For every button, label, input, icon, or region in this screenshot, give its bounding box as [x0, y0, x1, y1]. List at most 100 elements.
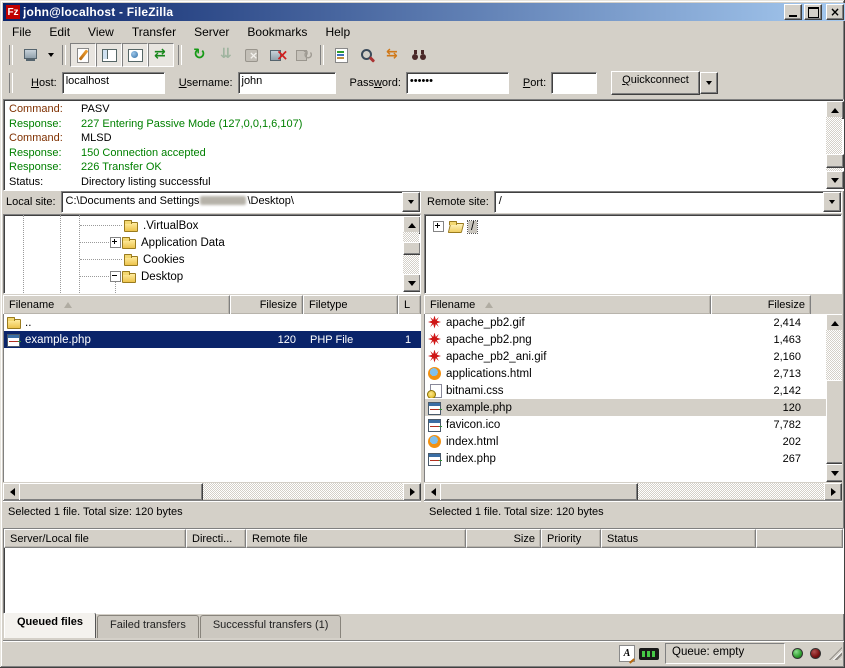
site-manager-button[interactable]	[17, 43, 43, 67]
scrollbar-thumb[interactable]	[826, 380, 842, 464]
scroll-right-button[interactable]	[403, 483, 421, 501]
local-column-filesize[interactable]: Filesize	[230, 295, 303, 315]
cancel-button[interactable]	[238, 43, 264, 67]
menu-bookmarks[interactable]: Bookmarks	[238, 23, 316, 41]
message-log-toggle-button[interactable]	[70, 43, 96, 67]
expand-icon[interactable]	[110, 237, 121, 248]
local-site-label: Local site:	[6, 196, 56, 208]
process-queue-button[interactable]	[212, 43, 238, 67]
tree-item-blank[interactable]: /	[425, 218, 477, 235]
speed-limits-icon[interactable]	[639, 648, 659, 660]
find-files-button[interactable]	[406, 43, 432, 67]
remote-column-filesize[interactable]: Filesize	[711, 295, 811, 315]
local-column-l[interactable]: L	[398, 295, 421, 315]
file-row-apache-pb2-png[interactable]: apache_pb2.png1,463	[425, 331, 826, 348]
directory-comparison-button[interactable]	[354, 43, 380, 67]
menu-edit[interactable]: Edit	[40, 23, 79, 41]
collapse-icon[interactable]	[110, 271, 121, 282]
username-input[interactable]: john	[238, 72, 336, 94]
scrollbar-thumb[interactable]	[826, 154, 844, 168]
file-row-apache-pb2-ani-gif[interactable]: apache_pb2_ani.gif2,160	[425, 348, 826, 365]
tree-item-application-data[interactable]: Application Data	[4, 234, 225, 251]
expand-icon[interactable]	[433, 221, 444, 232]
maximize-button[interactable]	[804, 4, 822, 20]
file-row-blank[interactable]: ..	[4, 314, 421, 331]
remote-list-scrollbar[interactable]	[826, 314, 842, 482]
site-manager-dropdown-button[interactable]	[43, 43, 58, 67]
disconnect-button[interactable]	[264, 43, 290, 67]
file-row-example-php[interactable]: example.php120PHP File1	[4, 331, 421, 348]
queue-column-end[interactable]	[756, 529, 843, 548]
reconnect-button[interactable]	[290, 43, 316, 67]
scroll-down-button[interactable]	[403, 274, 421, 292]
column-label: Filename	[9, 299, 54, 311]
queue-toggle-button[interactable]	[148, 43, 174, 67]
scroll-down-button[interactable]	[826, 171, 844, 189]
menu-server[interactable]: Server	[185, 23, 238, 41]
queue-column-remote-file[interactable]: Remote file	[246, 529, 466, 548]
tree-item-desktop[interactable]: Desktop	[4, 268, 183, 285]
tree-item-virtualbox[interactable]: .VirtualBox	[4, 217, 198, 234]
scrollbar-thumb[interactable]	[403, 242, 421, 255]
host-input[interactable]: localhost	[62, 72, 165, 94]
column-label: Server/Local file	[10, 533, 89, 545]
file-row-applications-html[interactable]: applications.html2,713	[425, 365, 826, 382]
remote-site-combobox[interactable]: /	[494, 191, 842, 213]
remote-tree-toggle-button[interactable]	[122, 43, 148, 67]
file-row-example-php[interactable]: example.php120	[425, 399, 826, 416]
remote-horizontal-scrollbar[interactable]	[424, 483, 842, 499]
scroll-right-button[interactable]	[824, 483, 842, 501]
filename-text: bitnami.css	[446, 385, 504, 397]
filename-text: index.html	[446, 436, 498, 448]
resize-grip[interactable]	[829, 647, 842, 660]
file-row-bitnami-css[interactable]: bitnami.css2,142	[425, 382, 826, 399]
local-column-filename[interactable]: Filename	[3, 295, 230, 315]
port-input[interactable]	[551, 72, 597, 94]
file-row-apache-pb2-gif[interactable]: apache_pb2.gif2,414	[425, 314, 826, 331]
menu-help[interactable]: Help	[316, 23, 359, 41]
menu-transfer[interactable]: Transfer	[123, 23, 185, 41]
synchronized-browsing-button[interactable]	[380, 43, 406, 67]
tab-failed-transfers[interactable]: Failed transfers	[97, 615, 199, 638]
message-log-scrollbar[interactable]	[826, 101, 842, 189]
queue-column-size[interactable]: Size	[466, 529, 541, 548]
file-row-index-php[interactable]: index.php267	[425, 450, 826, 467]
queue-column-status[interactable]: Status	[601, 529, 756, 548]
tree-item-cookies[interactable]: Cookies	[4, 251, 185, 268]
reconnect-icon	[294, 46, 312, 64]
queue-column-priority[interactable]: Priority	[541, 529, 601, 548]
open-folder-icon	[448, 220, 464, 234]
arrow-down-icon	[831, 471, 839, 476]
scrollbar-thumb[interactable]	[440, 483, 638, 501]
local-site-combobox[interactable]: C:\Documents and Settings\Desktop\	[61, 191, 421, 213]
close-button[interactable]: ×	[826, 4, 844, 20]
queue-column-server-local-file[interactable]: Server/Local file	[4, 529, 186, 548]
local-tree-scrollbar[interactable]	[403, 216, 419, 292]
filezilla-app-icon: Fz	[6, 5, 20, 19]
local-horizontal-scrollbar[interactable]	[3, 483, 421, 499]
remote-site-dropdown-button[interactable]	[823, 192, 841, 212]
local-tree-toggle-button[interactable]	[96, 43, 122, 67]
scrollbar-thumb[interactable]	[19, 483, 203, 501]
menu-file[interactable]: File	[3, 23, 40, 41]
remote-column-filename[interactable]: Filename	[424, 295, 711, 315]
close-icon: ×	[830, 7, 840, 17]
local-column-filetype[interactable]: Filetype	[303, 295, 398, 315]
refresh-button[interactable]	[186, 43, 212, 67]
transfer-queue: Server/Local file Directi...Remote fileSi…	[3, 528, 844, 614]
queue-column-directi[interactable]: Directi...	[186, 529, 246, 548]
quickconnect-button[interactable]: Quickconnect	[611, 71, 700, 95]
scroll-down-button[interactable]	[826, 464, 842, 482]
file-row-index-html[interactable]: index.html202	[425, 433, 826, 450]
quickconnect-dropdown-button[interactable]	[700, 72, 718, 94]
filter-button[interactable]	[328, 43, 354, 67]
tab-successful-transfers-1[interactable]: Successful transfers (1)	[200, 615, 342, 638]
file-row-favicon-ico[interactable]: favicon.ico7,782	[425, 416, 826, 433]
minimize-button[interactable]	[784, 4, 802, 20]
menu-view[interactable]: View	[79, 23, 123, 41]
filename-text: apache_pb2_ani.gif	[446, 351, 546, 363]
tab-queued-files[interactable]: Queued files	[4, 612, 96, 638]
password-input[interactable]: ••••••	[406, 72, 509, 94]
local-site-dropdown-button[interactable]	[402, 192, 420, 212]
title-bar: Fz john@localhost - FileZilla ×	[3, 3, 845, 21]
